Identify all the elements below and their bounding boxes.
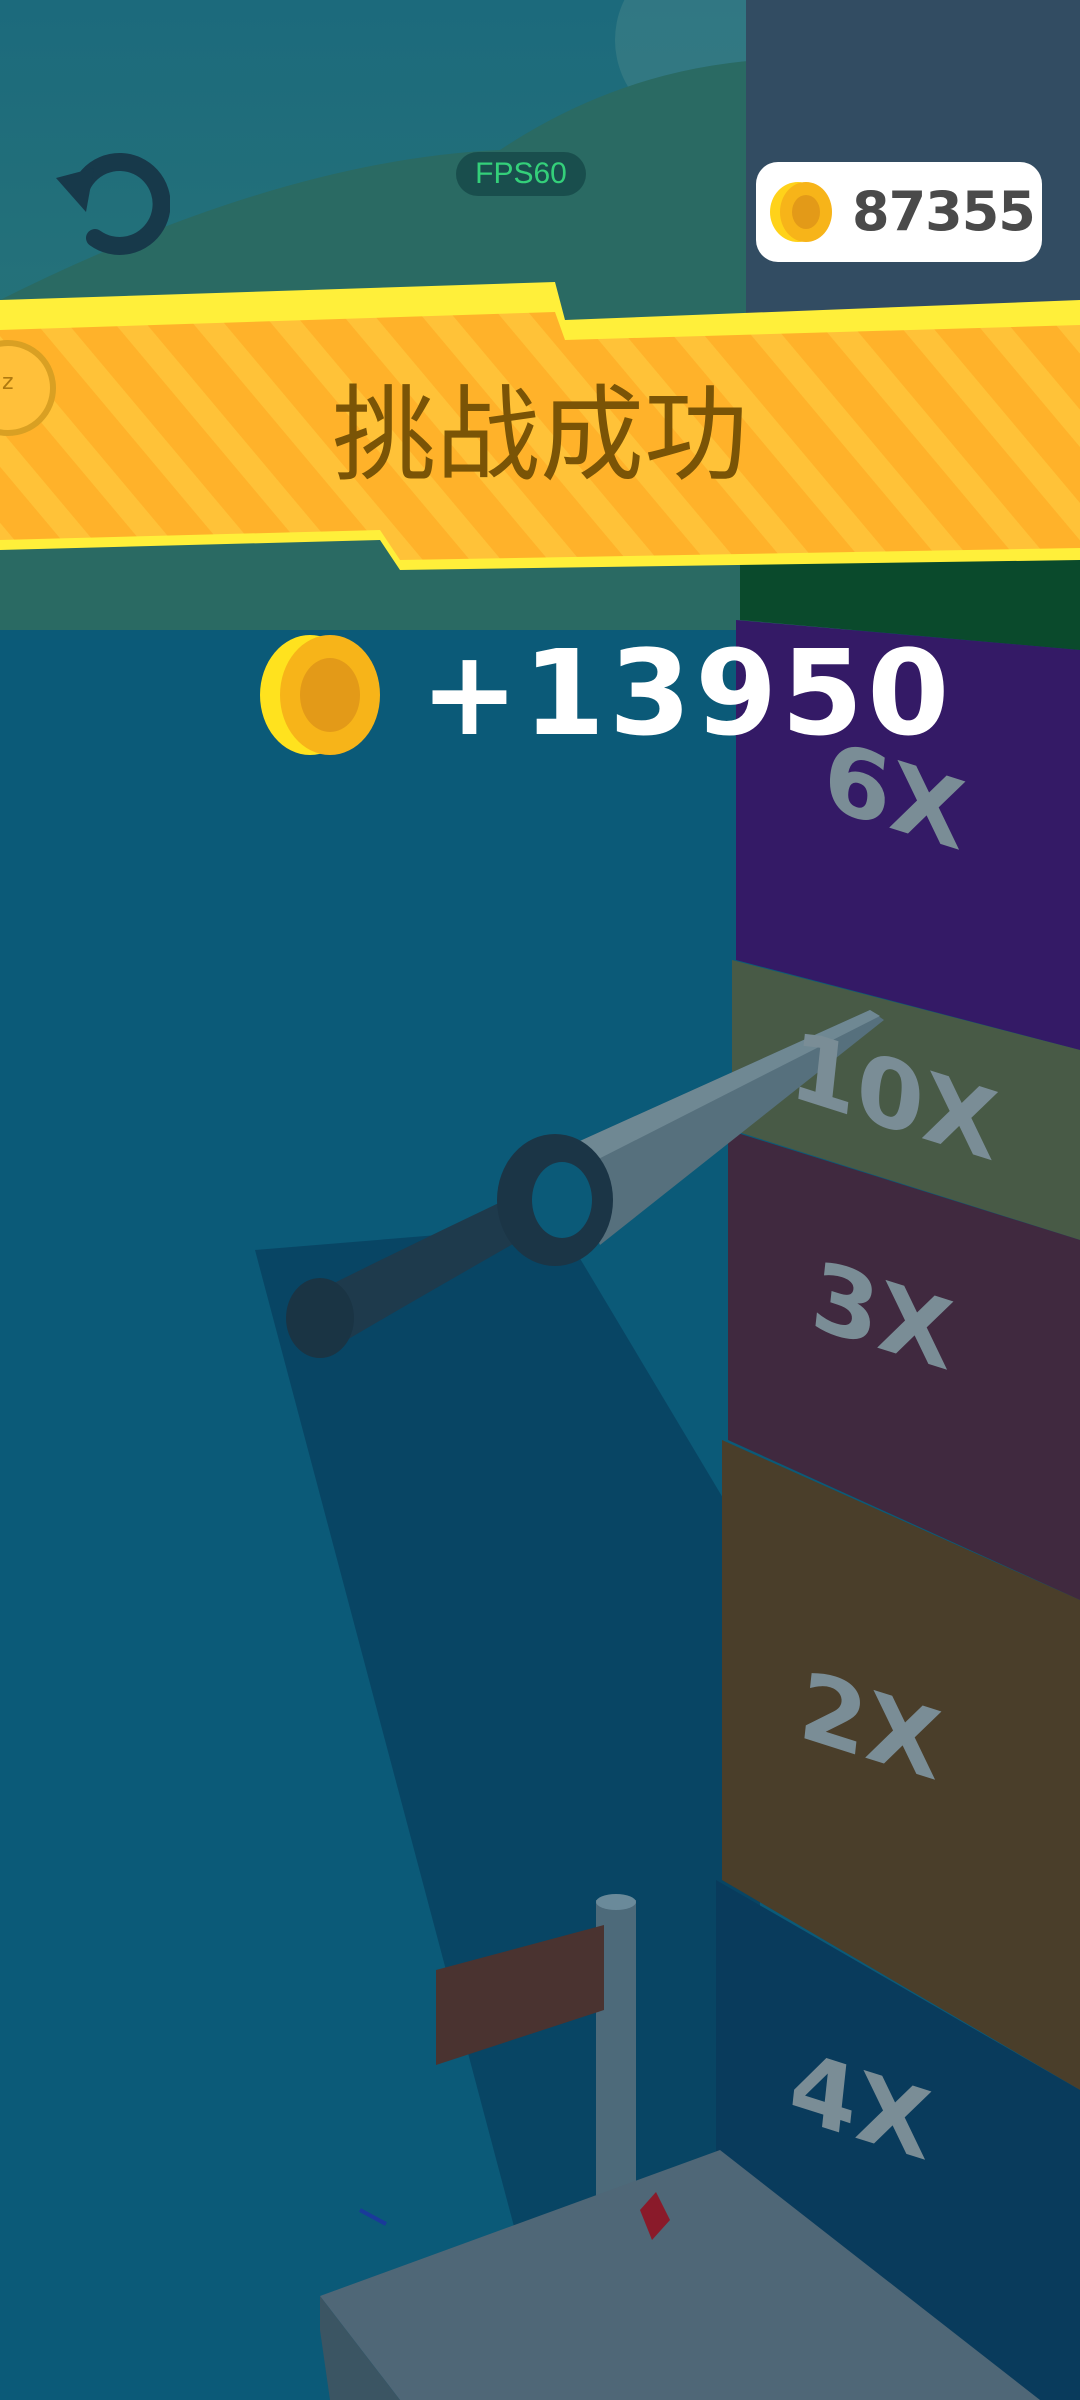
coin-balance-amount: 87355 [852, 180, 1036, 243]
fps-counter: FPS60 [456, 152, 586, 196]
coin-balance: 87355 [756, 162, 1042, 262]
success-title: 挑战成功 [331, 374, 748, 496]
coin-icon [770, 182, 832, 242]
restart-icon [56, 153, 171, 255]
reward-coin-icon [260, 635, 380, 755]
restart-button[interactable] [50, 150, 171, 260]
